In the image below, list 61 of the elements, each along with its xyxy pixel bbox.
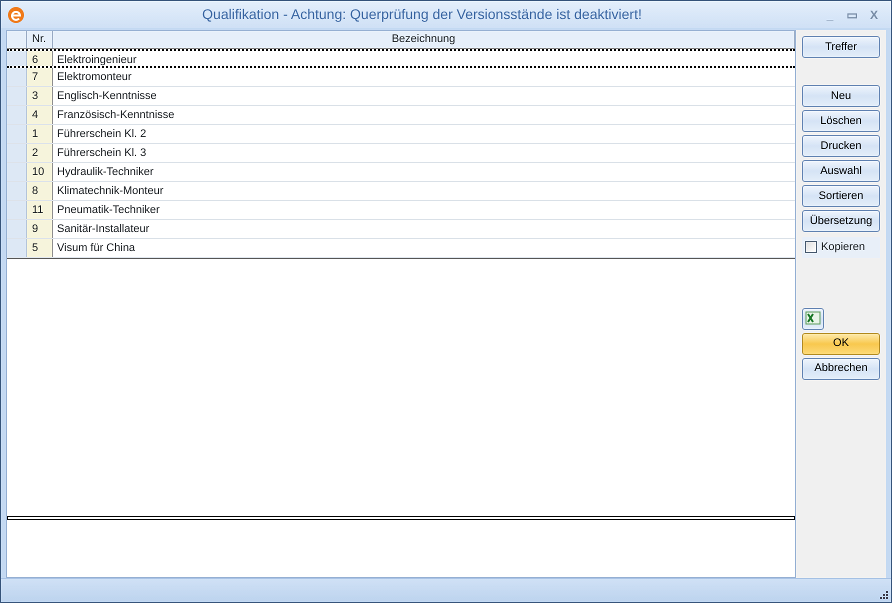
row-header[interactable]: [7, 144, 27, 162]
column-header[interactable]: Nr.: [27, 31, 53, 48]
checkbox-label: Kopieren: [821, 240, 866, 255]
table-row[interactable]: 9 Sanitär-Installateur: [7, 220, 795, 239]
table-cell: 5: [27, 239, 53, 257]
table-cell-text: Elektroingenieur: [56, 53, 138, 66]
table-row[interactable]: 3 Englisch-Kenntnisse: [7, 87, 795, 106]
app-logo-icon: [7, 6, 25, 24]
cancel-button[interactable]: Abbrechen: [802, 358, 880, 380]
row-header[interactable]: [7, 68, 27, 86]
table-row[interactable]: 1 Führerschein Kl. 2: [7, 125, 795, 144]
table-row[interactable]: 5 Visum für China: [7, 239, 795, 258]
table-cell: 9: [27, 220, 53, 238]
row-header[interactable]: [7, 87, 27, 105]
toolbar-button[interactable]: Drucken: [802, 135, 880, 157]
table-cell: 11: [27, 201, 53, 219]
copy-checkbox[interactable]: Kopieren: [802, 237, 880, 258]
table-row[interactable]: 11 Pneumatik-Techniker: [7, 201, 795, 220]
table-cell: 4: [27, 106, 53, 124]
table-cell-text: Französisch-Kenntnisse: [56, 108, 176, 123]
table-cell-text: Visum für China: [56, 241, 136, 256]
table-cell: 8: [27, 182, 53, 200]
table-cell: 3: [27, 87, 53, 105]
table-cell-text: Klimatechnik-Monteur: [56, 184, 164, 199]
table-cell-text: Pneumatik-Techniker: [56, 203, 161, 218]
toolbar-button[interactable]: Übersetzung: [802, 210, 880, 232]
row-header[interactable]: [7, 51, 27, 66]
column-header[interactable]: Bezeichnung: [53, 31, 795, 48]
table-cell: 7: [27, 68, 53, 86]
resize-grip-icon[interactable]: [879, 590, 889, 600]
table-row[interactable]: 7 Elektromonteur: [7, 68, 795, 87]
table-row[interactable]: 6 Elektroingenieur: [7, 49, 795, 68]
ok-button[interactable]: OK: [802, 332, 880, 354]
row-header[interactable]: [7, 239, 27, 257]
table-row[interactable]: 10 Hydraulik-Techniker: [7, 163, 795, 182]
toolbar-button[interactable]: Löschen: [802, 110, 880, 132]
table-cell-text: Führerschein Kl. 3: [56, 146, 148, 161]
row-header[interactable]: [7, 163, 27, 181]
toolbar-button[interactable]: Neu: [802, 85, 880, 107]
table-cell-text: Hydraulik-Techniker: [56, 165, 155, 180]
row-header[interactable]: [7, 201, 27, 219]
table-row[interactable]: 4 Französisch-Kenntnisse: [7, 106, 795, 125]
row-header[interactable]: [7, 125, 27, 143]
row-header[interactable]: [7, 220, 27, 238]
table-cell-text: Sanitär-Installateur: [56, 222, 150, 237]
row-header[interactable]: [7, 182, 27, 200]
table-cell: 10: [27, 163, 53, 181]
table-cell-text: Englisch-Kenntnisse: [56, 89, 158, 104]
table-row[interactable]: 8 Klimatechnik-Monteur: [7, 182, 795, 201]
table-cell: 6: [27, 51, 53, 66]
window-title: Qualifikation - Achtung: Querprüfung der Versionsstände ist deaktiviert!: [201, 5, 643, 24]
excel-export-button[interactable]: [802, 308, 824, 330]
table-cell-text: Führerschein Kl. 2: [56, 127, 148, 142]
table-cell-text: Elektromonteur: [56, 70, 133, 85]
toolbar-button[interactable]: Auswahl: [802, 160, 880, 182]
table-cell: 2: [27, 144, 53, 162]
table-cell: 1: [27, 125, 53, 143]
toolbar-button[interactable]: Sortieren: [802, 185, 880, 207]
row-header[interactable]: [7, 106, 27, 124]
table-row[interactable]: 2 Führerschein Kl. 3: [7, 144, 795, 163]
treffer-button[interactable]: Treffer: [802, 36, 880, 58]
